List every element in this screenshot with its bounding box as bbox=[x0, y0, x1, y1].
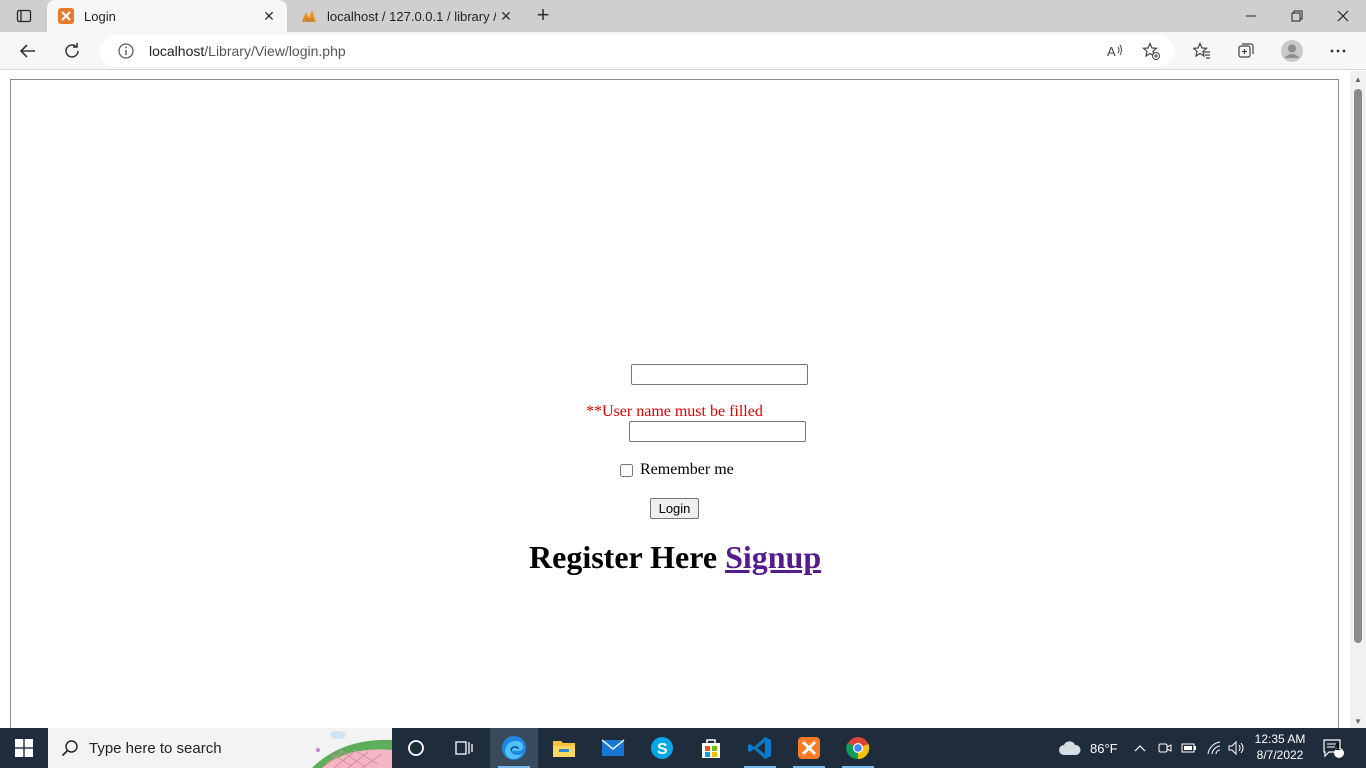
login-button[interactable]: Login bbox=[650, 498, 699, 519]
register-heading: Register Here Signup bbox=[529, 539, 821, 576]
volume-icon[interactable] bbox=[1228, 728, 1246, 768]
svg-text:PMA: PMA bbox=[303, 18, 315, 23]
svg-text:S: S bbox=[657, 741, 668, 758]
windows-taskbar: Type here to search S 86°F 12:35 AM 8/7/… bbox=[0, 728, 1366, 768]
close-tab-icon[interactable]: ✕ bbox=[259, 6, 279, 26]
tab-title: Login bbox=[84, 8, 116, 24]
chrome-icon[interactable] bbox=[834, 728, 882, 768]
vscode-icon[interactable] bbox=[736, 728, 784, 768]
notification-count: 1 bbox=[1335, 742, 1341, 753]
tab-phpmyadmin[interactable]: PMA localhost / 127.0.0.1 / library / us… bbox=[290, 0, 524, 32]
back-icon[interactable] bbox=[13, 36, 43, 66]
url-text: localhost/Library/View/login.php bbox=[149, 43, 346, 59]
browser-tab-bar: Login ✕ PMA localhost / 127.0.0.1 / libr… bbox=[0, 0, 1366, 32]
restore-icon[interactable] bbox=[1274, 0, 1320, 32]
tab-title: localhost / 127.0.0.1 / library / us bbox=[327, 8, 496, 24]
scroll-down-icon[interactable]: ▼ bbox=[1354, 717, 1362, 726]
show-hidden-icons-icon[interactable] bbox=[1134, 728, 1146, 768]
tab-login[interactable]: Login ✕ bbox=[47, 0, 287, 32]
phpmyadmin-favicon-icon: PMA bbox=[301, 8, 317, 24]
close-tab-icon[interactable]: ✕ bbox=[496, 6, 516, 26]
file-explorer-icon[interactable] bbox=[540, 728, 588, 768]
clock-date: 8/7/2022 bbox=[1256, 748, 1304, 762]
search-placeholder: Type here to search bbox=[89, 739, 222, 757]
page-viewport: **User name must be filled Remember me L… bbox=[0, 71, 1366, 739]
browser-toolbar: localhost/Library/View/login.php A bbox=[0, 32, 1366, 70]
skype-icon[interactable]: S bbox=[638, 728, 686, 768]
cortana-icon[interactable] bbox=[392, 728, 440, 768]
scrollbar-thumb[interactable] bbox=[1354, 89, 1362, 643]
wifi-icon[interactable] bbox=[1206, 728, 1222, 768]
site-info-icon[interactable] bbox=[117, 42, 135, 60]
clock-time: 12:35 AM bbox=[1254, 732, 1306, 746]
more-options-icon[interactable] bbox=[1323, 36, 1353, 66]
signup-link[interactable]: Signup bbox=[725, 539, 821, 575]
battery-icon[interactable] bbox=[1181, 728, 1197, 768]
minimize-icon[interactable] bbox=[1228, 0, 1274, 32]
vertical-scrollbar[interactable]: ▲ ▼ bbox=[1350, 71, 1366, 728]
add-favorite-icon[interactable] bbox=[1136, 36, 1166, 66]
scroll-up-icon[interactable]: ▲ bbox=[1354, 75, 1362, 84]
username-input[interactable] bbox=[631, 364, 808, 385]
remember-me-label: Remember me bbox=[640, 461, 734, 478]
read-aloud-icon[interactable]: A bbox=[1100, 36, 1130, 66]
favorites-icon[interactable] bbox=[1187, 36, 1217, 66]
weather-temp: 86°F bbox=[1090, 740, 1118, 756]
new-tab-icon[interactable]: + bbox=[532, 4, 554, 27]
tab-actions-icon[interactable] bbox=[10, 6, 38, 26]
password-input[interactable] bbox=[629, 421, 806, 442]
xampp-icon[interactable] bbox=[785, 728, 833, 768]
remember-me[interactable]: Remember me bbox=[620, 461, 734, 479]
taskbar-search-box[interactable]: Type here to search bbox=[48, 728, 392, 768]
collections-icon[interactable] bbox=[1231, 36, 1261, 66]
profile-avatar[interactable] bbox=[1277, 36, 1307, 66]
store-icon[interactable] bbox=[687, 728, 735, 768]
cloud-icon bbox=[1059, 741, 1081, 755]
mail-icon[interactable] bbox=[589, 728, 637, 768]
xampp-favicon-icon bbox=[58, 8, 74, 24]
svg-text:A: A bbox=[1107, 44, 1116, 59]
windows-start-icon[interactable] bbox=[0, 728, 48, 768]
refresh-icon[interactable] bbox=[57, 36, 87, 66]
meet-now-icon[interactable] bbox=[1158, 728, 1172, 768]
edge-taskbar-icon[interactable] bbox=[490, 728, 538, 768]
register-text: Register Here bbox=[529, 539, 726, 575]
search-icon bbox=[61, 740, 78, 757]
search-highlight-illustration-icon bbox=[312, 731, 392, 768]
address-bar[interactable]: localhost/Library/View/login.php bbox=[100, 35, 1174, 67]
username-error: **User name must be filled bbox=[586, 403, 763, 420]
notifications-icon[interactable]: 1 bbox=[1322, 728, 1344, 768]
remember-me-checkbox[interactable] bbox=[620, 463, 633, 477]
task-view-icon[interactable] bbox=[440, 728, 488, 768]
close-window-icon[interactable] bbox=[1320, 0, 1366, 32]
system-clock[interactable]: 12:35 AM 8/7/2022 bbox=[1250, 731, 1310, 763]
weather-widget[interactable]: 86°F bbox=[1058, 728, 1118, 768]
